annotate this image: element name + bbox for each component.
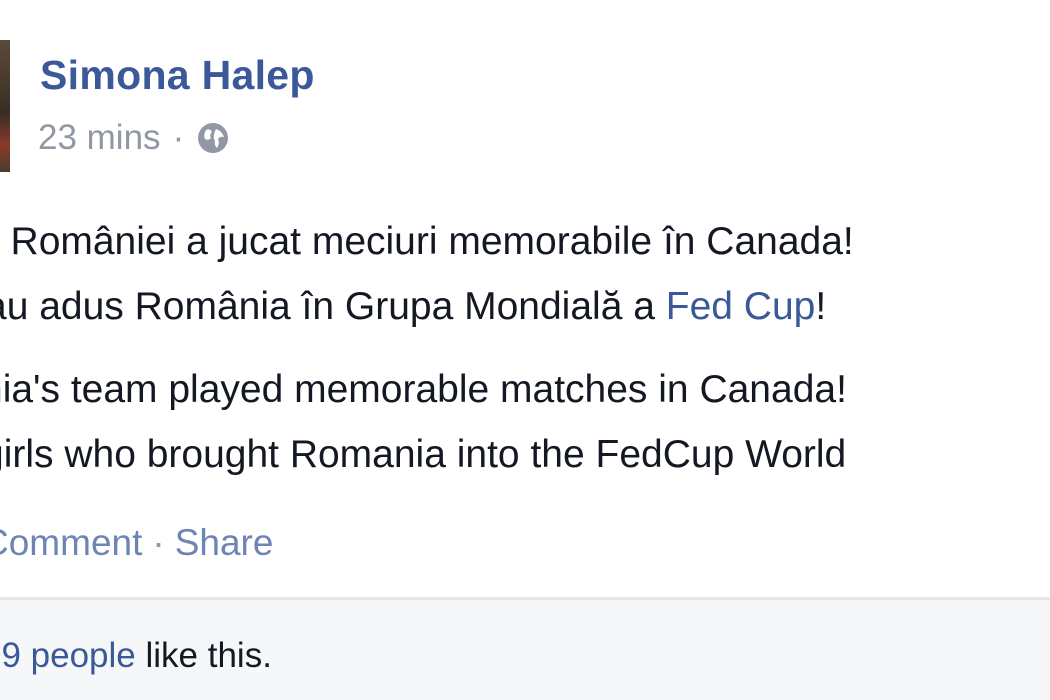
post-meta: 23 mins · — [38, 118, 230, 158]
post-timestamp[interactable]: 23 mins — [38, 118, 161, 158]
share-button[interactable]: Share — [175, 522, 274, 563]
post-text-ro-line2-start: au adus România în Grupa Mondială a — [0, 285, 666, 328]
actions-separator: · — [152, 522, 165, 563]
post-text-ro-line1: a României a jucat meciuri memorabile în… — [0, 220, 854, 263]
likes-count-link[interactable]: 09 people — [0, 636, 136, 675]
post-text-ro-line2-end: ! — [815, 285, 827, 328]
fed-cup-link[interactable]: Fed Cup — [666, 285, 816, 328]
post-actions: Comment·Share — [0, 522, 273, 564]
post-text-ro-line2: au adus România în Grupa Mondială a Fed … — [0, 285, 826, 329]
globe-icon[interactable] — [196, 121, 230, 155]
likes-suffix: like this. — [135, 636, 272, 675]
likes-summary: 09 people like this. — [0, 636, 272, 676]
post-text-en-line1: nia's team played memorable matches in C… — [0, 368, 847, 411]
author-name-link[interactable]: Simona Halep — [40, 52, 315, 99]
comment-button[interactable]: Comment — [0, 522, 142, 563]
meta-separator: · — [172, 118, 185, 157]
avatar[interactable] — [0, 40, 10, 172]
post-text-en-line2: girls who brought Romania into the FedCu… — [0, 433, 847, 476]
